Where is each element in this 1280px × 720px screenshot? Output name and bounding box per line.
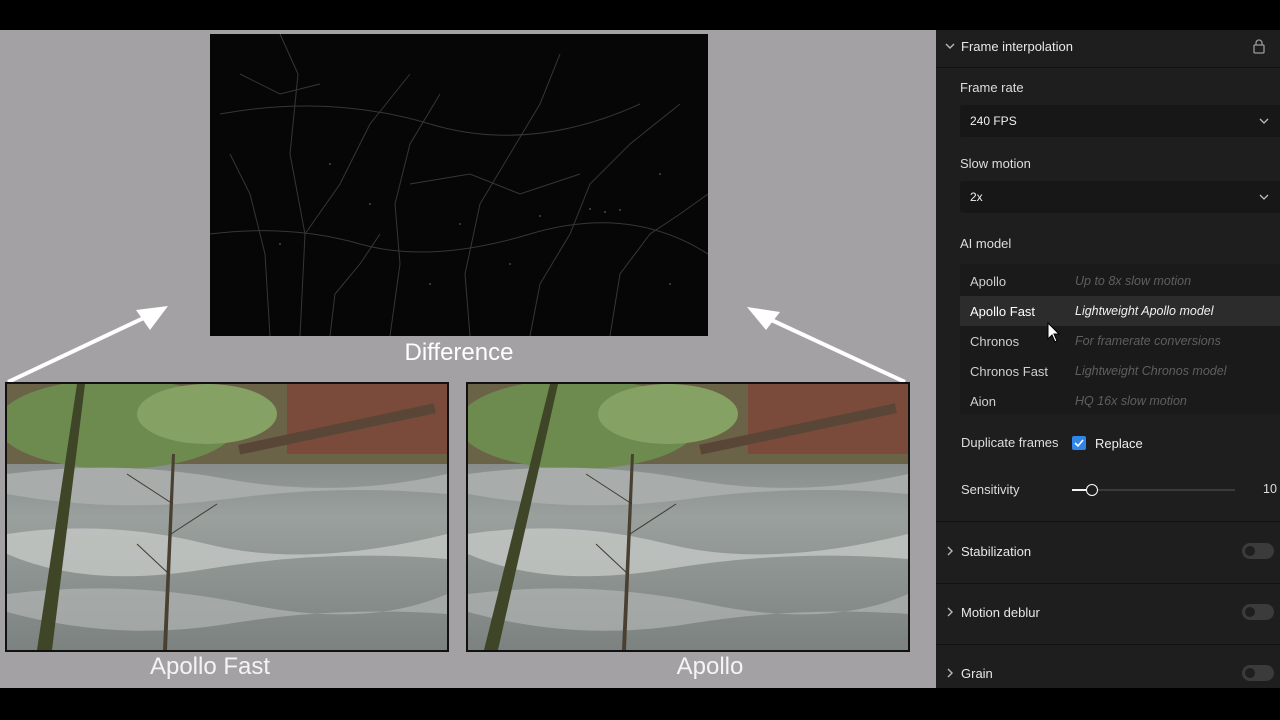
replace-checkbox-label[interactable]: Replace [1095, 436, 1143, 451]
model-option-apollo-fast[interactable]: Apollo Fast Lightweight Apollo model [960, 296, 1280, 326]
chevron-right-icon [947, 546, 953, 556]
toggle-knob [1245, 607, 1255, 617]
chevron-right-icon [947, 607, 953, 617]
model-option-apollo[interactable]: Apollo Up to 8x slow motion [960, 266, 1280, 296]
chevron-down-icon [1259, 194, 1269, 200]
divider [936, 67, 1280, 68]
toggle-knob [1245, 546, 1255, 556]
caption-apollo: Apollo [676, 653, 744, 680]
section-header-frame-interpolation[interactable]: Frame interpolation [936, 30, 1280, 62]
motion-deblur-toggle[interactable] [1242, 604, 1274, 620]
chevron-down-icon [945, 43, 955, 49]
settings-panel: Frame interpolation Frame rate 240 FPS S… [936, 30, 1280, 688]
model-name: Chronos [970, 334, 1020, 349]
section-title: Grain [961, 666, 993, 681]
letterbox-bottom [0, 688, 1280, 720]
comparison-canvas: Difference Apollo Fast Apollo [0, 30, 936, 688]
divider [936, 644, 1280, 645]
divider [936, 521, 1280, 522]
frame-rate-select[interactable]: 240 FPS [960, 105, 1280, 137]
model-description: For framerate conversions [1075, 334, 1221, 348]
video-frame-apollo-fast [5, 382, 449, 652]
caption-apollo-fast: Apollo Fast [149, 653, 271, 680]
chevron-down-icon [1259, 118, 1269, 124]
slow-motion-label: Slow motion [960, 156, 1031, 171]
ai-model-list: Apollo Up to 8x slow motion Apollo Fast … [960, 264, 1280, 414]
model-option-aion[interactable]: Aion HQ 16x slow motion [960, 386, 1280, 416]
sensitivity-label: Sensitivity [961, 482, 1020, 497]
toggle-knob [1245, 668, 1255, 678]
sensitivity-slider[interactable] [1072, 484, 1235, 496]
sensitivity-value: 10 [1263, 482, 1277, 496]
frame-rate-value: 240 FPS [970, 114, 1017, 128]
replace-checkbox[interactable] [1072, 436, 1086, 450]
section-title: Frame interpolation [961, 39, 1073, 54]
video-frame-apollo [466, 382, 910, 652]
slider-thumb[interactable] [1085, 484, 1098, 496]
model-name: Chronos Fast [970, 364, 1049, 379]
section-title: Stabilization [961, 544, 1032, 559]
divider [936, 583, 1280, 584]
ai-model-label: AI model [960, 236, 1012, 251]
model-description: Lightweight Chronos model [1075, 364, 1227, 378]
lock-icon[interactable] [1252, 38, 1266, 54]
section-header-grain[interactable]: Grain [936, 657, 1280, 688]
arrow-left-icon [7, 306, 168, 384]
model-description: HQ 16x slow motion [1075, 394, 1187, 408]
model-description: Up to 8x slow motion [1075, 274, 1192, 288]
section-title: Motion deblur [961, 605, 1040, 620]
model-name: Aion [970, 394, 997, 409]
letterbox-top [0, 0, 1280, 30]
model-option-chronos[interactable]: Chronos For framerate conversions [960, 326, 1280, 356]
model-description: Lightweight Apollo model [1075, 304, 1214, 318]
model-name: Apollo Fast [970, 304, 1036, 319]
section-header-stabilization[interactable]: Stabilization [936, 535, 1280, 567]
duplicate-frames-label: Duplicate frames [961, 435, 1059, 450]
stabilization-toggle[interactable] [1242, 543, 1274, 559]
frame-rate-label: Frame rate [960, 80, 1024, 95]
arrow-right-icon [747, 307, 906, 384]
grain-toggle[interactable] [1242, 665, 1274, 681]
checkmark-icon [1074, 439, 1084, 448]
model-name: Apollo [970, 274, 1007, 289]
slow-motion-select[interactable]: 2x [960, 181, 1280, 213]
mouse-pointer-icon [1047, 322, 1061, 343]
chevron-right-icon [947, 668, 953, 678]
section-header-motion-deblur[interactable]: Motion deblur [936, 596, 1280, 628]
slow-motion-value: 2x [970, 190, 983, 204]
model-option-chronos-fast[interactable]: Chronos Fast Lightweight Chronos model [960, 356, 1280, 386]
